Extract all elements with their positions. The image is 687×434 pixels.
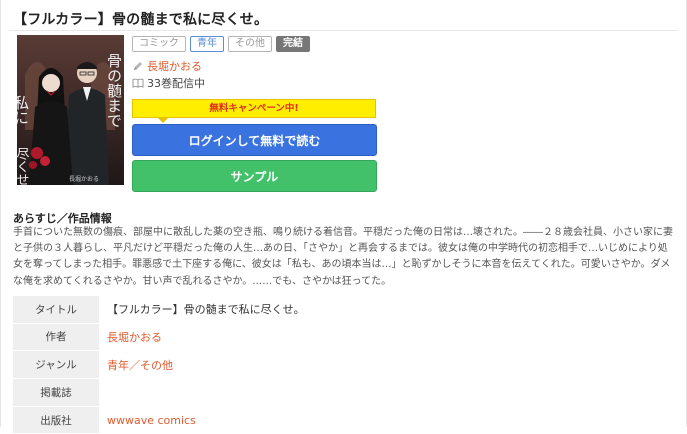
info-row-magazine: 掲載誌 — [13, 379, 677, 406]
tag-comic: コミック — [132, 36, 186, 52]
tag-list: コミック 青年 その他 完結 — [132, 36, 310, 52]
info-value-title: 【フルカラー】骨の髄まで私に尽くせ。 — [107, 303, 305, 317]
synopsis-text: 手首についた無数の傷痕、部屋中に散乱した薬の空き瓶、鳴り続ける着信音。平穏だった… — [13, 227, 673, 287]
info-row-author: 作者 長堀かおる — [13, 323, 677, 351]
svg-text:骨の髄まで: 骨の髄まで — [105, 53, 123, 128]
author-link[interactable]: 長堀かおる — [147, 58, 202, 74]
free-campaign-banner: 無料キャンペーン中! — [132, 99, 376, 118]
book-icon — [132, 78, 144, 88]
campaign-banner-pointer — [158, 118, 168, 123]
info-table: タイトル 【フルカラー】骨の髄まで私に尽くせ。 作者 長堀かおる ジャンル 青年… — [13, 296, 677, 434]
info-label: 作者 — [13, 323, 99, 351]
info-value-publisher-link[interactable]: wwwave comics — [99, 407, 196, 434]
tag-completed: 完結 — [276, 36, 310, 52]
synopsis-heading: あらすじ／作品情報 — [13, 212, 112, 225]
volumes-row: 33巻配信中 — [132, 75, 205, 91]
book-cover-image[interactable]: 骨の髄まで 私に 尽くせ。 長堀かおる — [17, 35, 124, 185]
info-row-publisher: 出版社 wwwave comics — [13, 406, 677, 434]
title-divider — [9, 30, 678, 31]
svg-text:尽くせ。: 尽くせ。 — [17, 147, 29, 185]
info-label: ジャンル — [13, 351, 99, 378]
tag-seinen[interactable]: 青年 — [190, 36, 224, 52]
sample-button[interactable]: サンプル — [132, 160, 377, 192]
cover-illustration: 骨の髄まで 私に 尽くせ。 長堀かおる — [17, 35, 124, 185]
svg-text:私に: 私に — [17, 95, 30, 125]
info-row-genre: ジャンル 青年／その他 — [13, 351, 677, 378]
volumes-count: 33巻配信中 — [147, 77, 205, 90]
pen-icon — [134, 62, 142, 70]
info-value-genre-link[interactable]: 青年／その他 — [99, 351, 173, 378]
tag-other[interactable]: その他 — [228, 36, 272, 52]
info-row-title: タイトル 【フルカラー】骨の髄まで私に尽くせ。 — [13, 296, 677, 323]
info-value-magazine — [99, 379, 107, 406]
info-label: 掲載誌 — [13, 379, 99, 406]
author-row[interactable]: 長堀かおる — [132, 58, 202, 74]
info-value-author-link[interactable]: 長堀かおる — [99, 324, 162, 351]
login-read-free-button[interactable]: ログインして無料で読む — [132, 124, 377, 156]
info-label: タイトル — [13, 296, 99, 323]
info-label: 出版社 — [13, 406, 99, 434]
svg-text:長堀かおる: 長堀かおる — [69, 175, 99, 183]
page-title: 【フルカラー】骨の髄まで私に尽くせ。 — [13, 12, 269, 28]
book-detail-card: 【フルカラー】骨の髄まで私に尽くせ。 骨の髄まで 私に 尽くせ 長堀かおる コミ… — [0, 0, 687, 434]
